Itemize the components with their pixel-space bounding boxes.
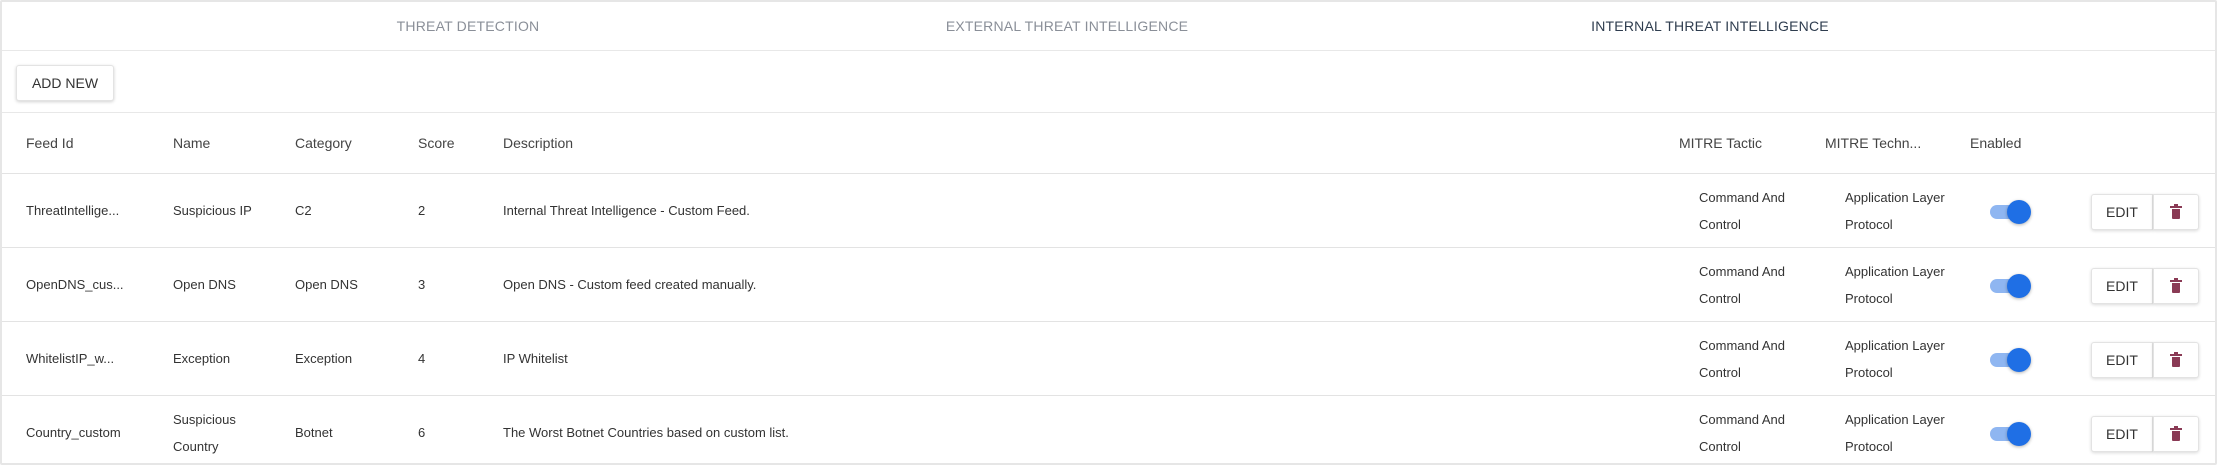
header-enabled[interactable]: Enabled: [1970, 113, 2021, 173]
trash-icon: [2170, 352, 2182, 367]
header-mitre-technique[interactable]: MITRE Techn...: [1825, 113, 1921, 173]
cell-mitre-technique: Application Layer Protocol: [1845, 337, 1945, 380]
trash-icon: [2170, 278, 2182, 293]
toggle-knob: [2007, 200, 2031, 224]
enabled-toggle[interactable]: [1990, 200, 2032, 224]
cell-score: 4: [418, 351, 426, 366]
enabled-toggle[interactable]: [1990, 274, 2032, 298]
internal-threat-intelligence-panel: THREAT DETECTION EXTERNAL THREAT INTELLI…: [0, 0, 2217, 465]
toggle-knob: [2007, 422, 2031, 446]
cell-category: Open DNS: [295, 277, 358, 292]
cell-feed-id: WhitelistIP_w...: [26, 351, 115, 366]
cell-category: Botnet: [295, 425, 333, 440]
cell-mitre-tactic: Command And Control: [1699, 189, 1785, 232]
delete-button[interactable]: [2153, 268, 2199, 304]
cell-mitre-technique: Application Layer Protocol: [1845, 263, 1945, 306]
cell-mitre-tactic: Command And Control: [1699, 337, 1785, 380]
edit-button[interactable]: EDIT: [2091, 194, 2153, 230]
cell-feed-id: ThreatIntellige...: [26, 203, 120, 218]
cell-score: 2: [418, 203, 426, 218]
delete-button[interactable]: [2153, 194, 2199, 230]
header-feed-id[interactable]: Feed Id: [26, 113, 73, 173]
cell-feed-id: Country_custom: [26, 425, 121, 440]
tab-threat-detection[interactable]: THREAT DETECTION: [188, 2, 748, 50]
cell-name: Suspicious Country: [173, 411, 236, 454]
table-row: ThreatIntellige... Suspicious IP C2 2 In…: [2, 174, 2215, 248]
cell-mitre-tactic: Command And Control: [1699, 263, 1785, 306]
table-row: WhitelistIP_w... Exception Exception 4 I…: [2, 322, 2215, 396]
cell-mitre-tactic: Command And Control: [1699, 411, 1785, 454]
trash-icon: [2170, 426, 2182, 441]
edit-button[interactable]: EDIT: [2091, 268, 2153, 304]
header-name[interactable]: Name: [173, 113, 210, 173]
delete-button[interactable]: [2153, 342, 2199, 378]
header-score[interactable]: Score: [418, 113, 455, 173]
table-row: OpenDNS_cus... Open DNS Open DNS 3 Open …: [2, 248, 2215, 322]
header-category[interactable]: Category: [295, 113, 352, 173]
cell-score: 6: [418, 425, 426, 440]
edit-button[interactable]: EDIT: [2091, 416, 2153, 452]
tab-internal-threat-intelligence[interactable]: INTERNAL THREAT INTELLIGENCE: [1430, 2, 1990, 50]
cell-mitre-technique: Application Layer Protocol: [1845, 411, 1945, 454]
cell-description: Open DNS - Custom feed created manually.: [503, 277, 757, 292]
cell-category: C2: [295, 203, 312, 218]
delete-button[interactable]: [2153, 416, 2199, 452]
cell-score: 3: [418, 277, 426, 292]
table-header: Feed Id Name Category Score Description …: [2, 113, 2215, 174]
cell-category: Exception: [295, 351, 353, 366]
trash-icon: [2170, 204, 2182, 219]
cell-feed-id: OpenDNS_cus...: [26, 277, 124, 292]
header-mitre-tactic[interactable]: MITRE Tactic: [1679, 113, 1762, 173]
cell-name: Open DNS: [173, 277, 236, 292]
header-description[interactable]: Description: [503, 113, 573, 173]
cell-name: Suspicious IP: [173, 203, 252, 218]
toolbar: ADD NEW: [2, 51, 2215, 113]
edit-button[interactable]: EDIT: [2091, 342, 2153, 378]
tab-external-threat-intelligence[interactable]: EXTERNAL THREAT INTELLIGENCE: [787, 2, 1347, 50]
enabled-toggle[interactable]: [1990, 422, 2032, 446]
cell-description: The Worst Botnet Countries based on cust…: [503, 425, 789, 440]
toggle-knob: [2007, 274, 2031, 298]
table-row: Country_custom Suspicious Country Botnet…: [2, 396, 2215, 469]
toggle-knob: [2007, 348, 2031, 372]
enabled-toggle[interactable]: [1990, 348, 2032, 372]
tab-bar: THREAT DETECTION EXTERNAL THREAT INTELLI…: [2, 2, 2215, 51]
add-new-button[interactable]: ADD NEW: [16, 65, 114, 101]
cell-name: Exception: [173, 351, 231, 366]
cell-description: Internal Threat Intelligence - Custom Fe…: [503, 203, 750, 218]
cell-mitre-technique: Application Layer Protocol: [1845, 189, 1945, 232]
cell-description: IP Whitelist: [503, 351, 568, 366]
